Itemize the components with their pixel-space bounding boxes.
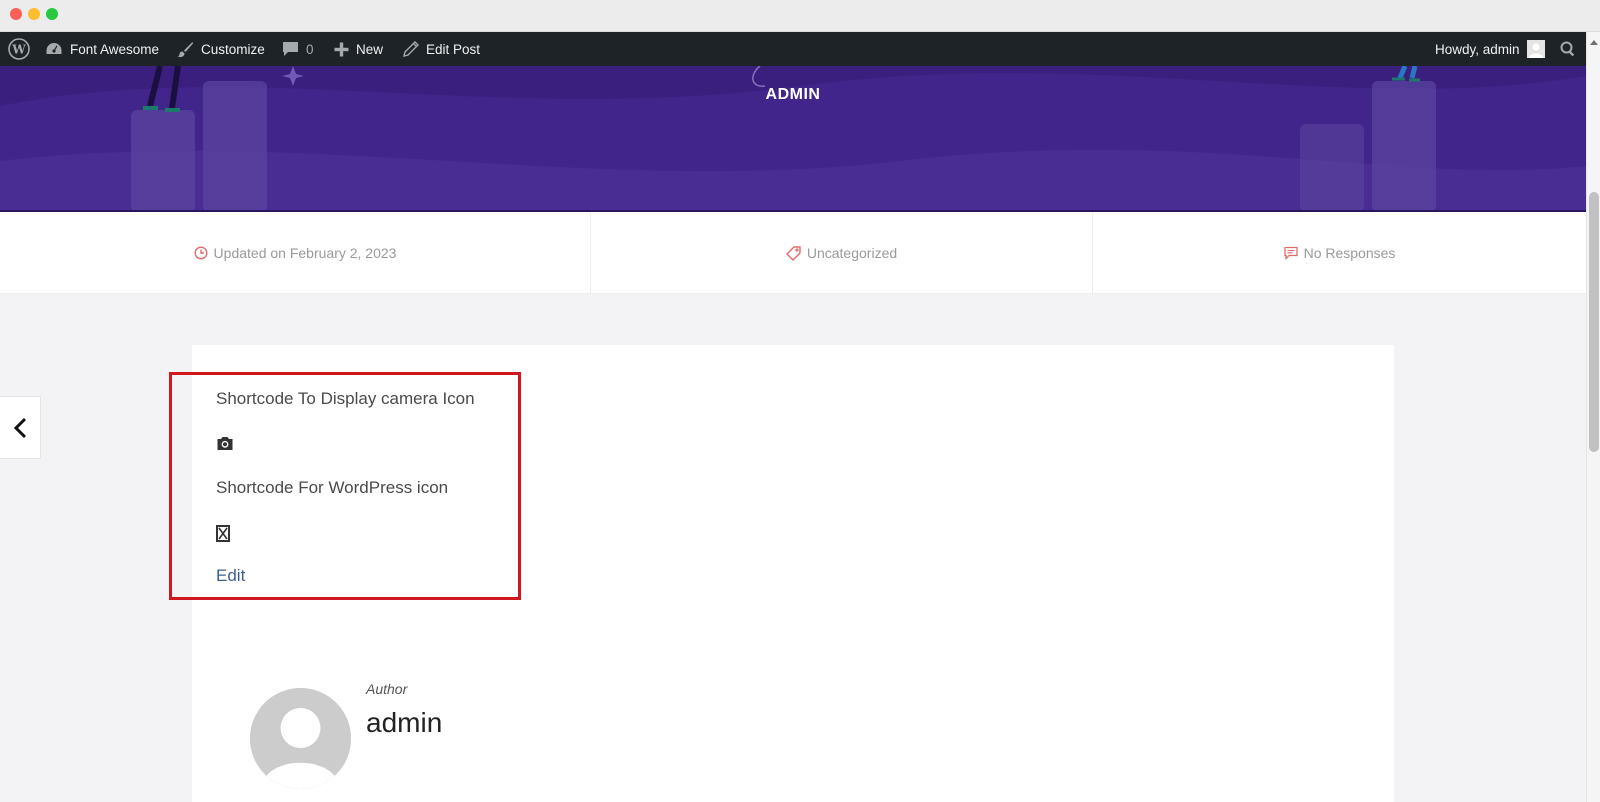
admin-search-button[interactable]: [1560, 32, 1576, 66]
font-awesome-label: Font Awesome: [70, 41, 160, 57]
minimize-window-button[interactable]: [28, 8, 40, 20]
chevron-left-icon: [13, 417, 27, 438]
comment-count: 0: [306, 41, 314, 57]
search-icon: [1560, 41, 1575, 57]
tag-icon: [785, 245, 801, 261]
maximize-window-button[interactable]: [46, 8, 58, 20]
dashboard-gauge-icon: [46, 43, 62, 54]
pencil-icon: [403, 41, 419, 57]
my-account-menu[interactable]: Howdy, admin: [1435, 32, 1545, 66]
author-avatar: [250, 688, 351, 789]
edit-post-menu[interactable]: Edit Post: [403, 32, 480, 66]
customize-menu[interactable]: Customize: [177, 32, 265, 66]
author-label: Author: [366, 681, 408, 697]
wordpress-logo-menu[interactable]: W: [8, 32, 30, 66]
wordpress-logo-icon: W: [8, 38, 30, 60]
page-scrollbar[interactable]: [1586, 32, 1600, 802]
browser-chrome: [0, 0, 1600, 32]
comment-icon: [1283, 246, 1298, 260]
customize-label: Customize: [201, 41, 265, 57]
scroll-up-arrow[interactable]: [1590, 40, 1598, 45]
responses-text: No Responses: [1303, 245, 1396, 261]
svg-text:W: W: [11, 43, 26, 57]
user-avatar-small: [1526, 40, 1545, 58]
comments-menu[interactable]: 0: [282, 32, 314, 66]
new-content-menu[interactable]: New: [334, 32, 383, 66]
user-silhouette-icon: [250, 688, 351, 789]
new-label: New: [356, 41, 384, 57]
author-name[interactable]: admin: [366, 707, 442, 739]
font-awesome-menu[interactable]: Font Awesome: [45, 32, 159, 66]
user-silhouette-icon: [1526, 40, 1545, 58]
clock-icon: [194, 246, 208, 260]
howdy-label: Howdy, admin: [1435, 41, 1520, 57]
highlight-annotation-box: [169, 372, 521, 600]
page-hero-banner: ADMIN: [0, 66, 1586, 212]
plus-icon: [334, 42, 349, 56]
comment-bubble-icon: [283, 41, 298, 56]
close-window-button[interactable]: [10, 8, 22, 20]
post-category[interactable]: Uncategorized: [590, 212, 1092, 294]
post-updated-date: Updated on February 2, 2023: [0, 212, 590, 294]
previous-post-button[interactable]: [0, 396, 41, 459]
wp-admin-bar: W Font Awesome Customize 0 New Edit Post…: [0, 32, 1586, 66]
paintbrush-icon: [177, 41, 193, 57]
post-meta-bar: Updated on February 2, 2023 Uncategorize…: [0, 212, 1586, 294]
page-title: ADMIN: [765, 86, 821, 103]
post-responses[interactable]: No Responses: [1092, 212, 1586, 294]
scrollbar-thumb[interactable]: [1589, 192, 1599, 452]
updated-text: Updated on February 2, 2023: [213, 245, 397, 261]
category-text: Uncategorized: [806, 245, 898, 261]
edit-post-label: Edit Post: [426, 41, 481, 57]
